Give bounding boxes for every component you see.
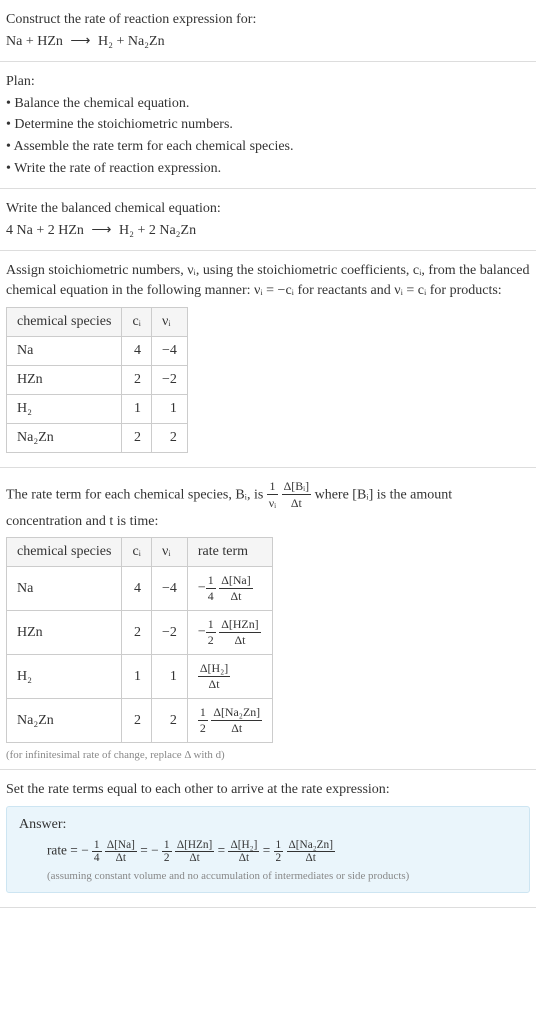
- rateterm-section: The rate term for each chemical species,…: [0, 468, 536, 771]
- cell-nu: 2: [151, 423, 187, 452]
- plan-section: Plan: • Balance the chemical equation. •…: [0, 62, 536, 189]
- frac-delta: Δ[Na₂Zn]Δt: [211, 705, 262, 736]
- cell-species: H₂: [7, 655, 122, 699]
- cell-species: H₂: [7, 394, 122, 423]
- frac-coeff: 12: [206, 617, 216, 648]
- col-nu: νᵢ: [151, 307, 187, 336]
- table-row: HZn2−2: [7, 365, 188, 394]
- frac-delta: Δ[Na₂Zn]Δt: [287, 839, 335, 864]
- eq-right: H₂ + Na₂Zn: [98, 34, 165, 49]
- cell-nu: −4: [151, 567, 187, 611]
- plan-item: • Determine the stoichiometric numbers.: [6, 115, 530, 135]
- equals: =: [218, 843, 229, 858]
- stoich-table: chemical species cᵢ νᵢ Na4−4 HZn2−2 H₂11…: [6, 307, 188, 453]
- arrow-icon: ⟶: [91, 223, 111, 238]
- frac-delta: Δ[HZn]Δt: [175, 839, 215, 864]
- answer-expression: rate = − 14 Δ[Na]Δt = − 12 Δ[HZn]Δt = Δ[…: [19, 839, 517, 864]
- cell-species: HZn: [7, 365, 122, 394]
- stoich-section: Assign stoichiometric numbers, νᵢ, using…: [0, 251, 536, 467]
- table-row: Na₂Zn22: [7, 423, 188, 452]
- frac-delta: Δ[H₂]Δt: [228, 839, 259, 864]
- cell-c: 1: [122, 655, 152, 699]
- col-rate: rate term: [187, 538, 272, 567]
- table-row: Na₂Zn 2 2 12 Δ[Na₂Zn]Δt: [7, 699, 273, 743]
- cell-nu: 1: [151, 655, 187, 699]
- plan-item: • Write the rate of reaction expression.: [6, 159, 530, 179]
- balanced-section: Write the balanced chemical equation: 4 …: [0, 189, 536, 251]
- frac-coeff: 12: [274, 839, 284, 864]
- balanced-equation: 4 Na + 2 HZn ⟶ H₂ + 2 Na₂Zn: [6, 221, 530, 241]
- table-row: H₂11: [7, 394, 188, 423]
- cell-species: HZn: [7, 611, 122, 655]
- rateterm-note: (for infinitesimal rate of change, repla…: [6, 749, 530, 761]
- col-nu: νᵢ: [151, 538, 187, 567]
- stoich-text: Assign stoichiometric numbers, νᵢ, using…: [6, 261, 530, 300]
- plan-item: • Assemble the rate term for each chemic…: [6, 137, 530, 157]
- cell-nu: 1: [151, 394, 187, 423]
- plan-item: • Balance the chemical equation.: [6, 94, 530, 114]
- frac-coeff: 14: [92, 839, 102, 864]
- col-species: chemical species: [7, 307, 122, 336]
- equals: = −: [140, 843, 158, 858]
- cell-rate: −14 Δ[Na]Δt: [187, 567, 272, 611]
- table-header-row: chemical species cᵢ νᵢ: [7, 307, 188, 336]
- frac-delta: Δ[Na]Δt: [219, 573, 252, 604]
- cell-nu: 2: [151, 699, 187, 743]
- table-row: Na4−4: [7, 336, 188, 365]
- cell-c: 2: [122, 611, 152, 655]
- rateterm-table: chemical species cᵢ νᵢ rate term Na 4 −4…: [6, 537, 273, 743]
- cell-species: Na₂Zn: [7, 423, 122, 452]
- frac-delta: Δ[HZn]Δt: [219, 617, 260, 648]
- table-row: HZn 2 −2 −12 Δ[HZn]Δt: [7, 611, 273, 655]
- frac-coeff: 12: [198, 705, 208, 736]
- intro-section: Construct the rate of reaction expressio…: [0, 0, 536, 62]
- frac-delta: Δ[Bᵢ]Δt: [282, 478, 311, 512]
- text-before: The rate term for each chemical species,…: [6, 487, 267, 502]
- sign: −: [198, 625, 206, 640]
- cell-nu: −4: [151, 336, 187, 365]
- cell-rate: Δ[H₂]Δt: [187, 655, 272, 699]
- frac-delta: Δ[Na]Δt: [105, 839, 137, 864]
- cell-c: 2: [122, 423, 152, 452]
- intro-title: Construct the rate of reaction expressio…: [6, 10, 530, 30]
- answer-note: (assuming constant volume and no accumul…: [19, 870, 517, 882]
- balanced-heading: Write the balanced chemical equation:: [6, 199, 530, 219]
- frac-delta: Δ[H₂]Δt: [198, 661, 230, 692]
- equals: =: [263, 843, 274, 858]
- frac-coeff: 12: [162, 839, 172, 864]
- eq-left: Na + HZn: [6, 34, 63, 49]
- col-c: cᵢ: [122, 307, 152, 336]
- sign: −: [198, 581, 206, 596]
- table-row: H₂ 1 1 Δ[H₂]Δt: [7, 655, 273, 699]
- cell-c: 4: [122, 336, 152, 365]
- eq-left: 4 Na + 2 HZn: [6, 223, 84, 238]
- cell-c: 2: [122, 699, 152, 743]
- final-heading: Set the rate terms equal to each other t…: [6, 780, 530, 800]
- arrow-icon: ⟶: [70, 34, 90, 49]
- cell-c: 4: [122, 567, 152, 611]
- plan-heading: Plan:: [6, 72, 530, 92]
- table-header-row: chemical species cᵢ νᵢ rate term: [7, 538, 273, 567]
- cell-species: Na: [7, 336, 122, 365]
- table-row: Na 4 −4 −14 Δ[Na]Δt: [7, 567, 273, 611]
- cell-c: 2: [122, 365, 152, 394]
- col-species: chemical species: [7, 538, 122, 567]
- frac-coeff: 1νᵢ: [267, 478, 278, 512]
- cell-species: Na: [7, 567, 122, 611]
- answer-box: Answer: rate = − 14 Δ[Na]Δt = − 12 Δ[HZn…: [6, 806, 530, 893]
- cell-species: Na₂Zn: [7, 699, 122, 743]
- cell-nu: −2: [151, 611, 187, 655]
- cell-rate: 12 Δ[Na₂Zn]Δt: [187, 699, 272, 743]
- rateterm-text: The rate term for each chemical species,…: [6, 478, 530, 532]
- final-section: Set the rate terms equal to each other t…: [0, 770, 536, 908]
- prefix: rate = −: [47, 843, 89, 858]
- frac-coeff: 14: [206, 573, 216, 604]
- cell-rate: −12 Δ[HZn]Δt: [187, 611, 272, 655]
- cell-c: 1: [122, 394, 152, 423]
- cell-nu: −2: [151, 365, 187, 394]
- eq-right: H₂ + 2 Na₂Zn: [119, 223, 196, 238]
- col-c: cᵢ: [122, 538, 152, 567]
- intro-equation: Na + HZn ⟶ H₂ + Na₂Zn: [6, 32, 530, 52]
- answer-label: Answer:: [19, 817, 517, 833]
